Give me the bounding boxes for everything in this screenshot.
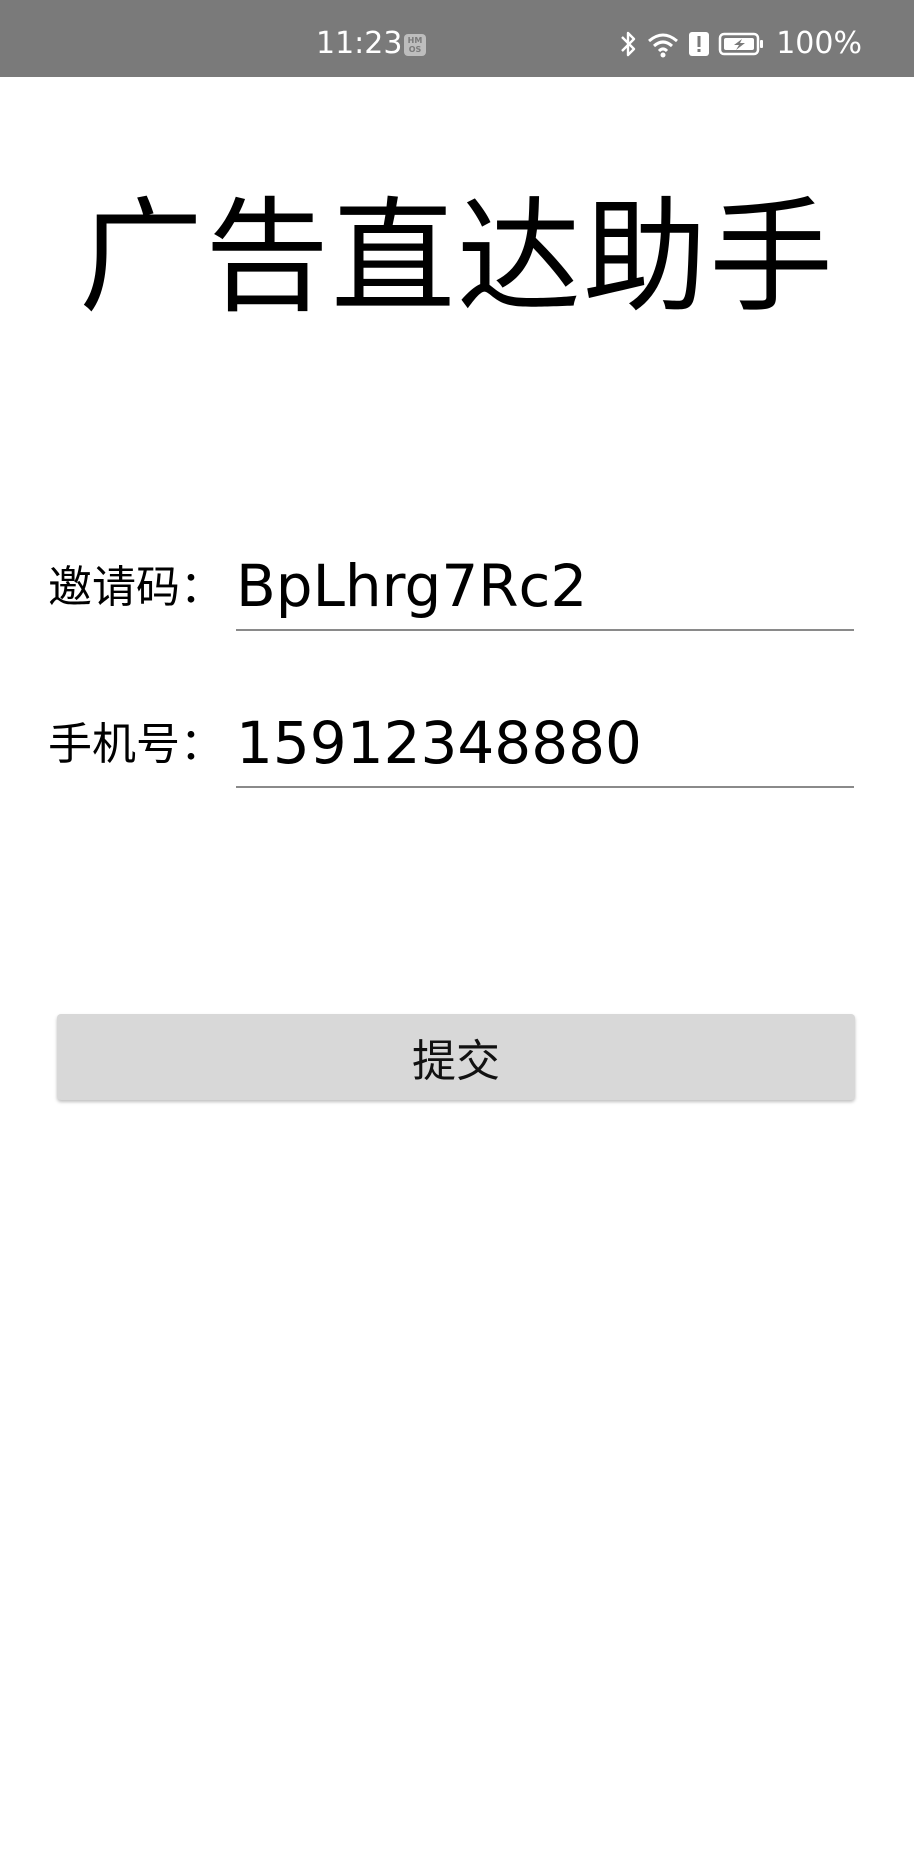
phone-row: 手机号： (48, 700, 854, 790)
bluetooth-icon (618, 29, 638, 59)
hmos-badge-icon: HM OS (404, 34, 426, 56)
alert-icon (688, 29, 710, 59)
status-icons: 100% (618, 26, 862, 62)
status-bar: 11:23 HM OS 100% (0, 0, 914, 77)
page-title: 广告直达助手 (78, 186, 835, 330)
invite-code-label: 邀请码： (48, 562, 224, 613)
battery-percent: 100% (776, 26, 862, 61)
phone-label: 手机号： (48, 719, 224, 770)
invite-code-row: 邀请码： (48, 543, 854, 633)
phone-input[interactable] (236, 700, 854, 788)
invite-code-input[interactable] (236, 543, 854, 631)
battery-charging-icon (718, 29, 764, 59)
status-time: 11:23 (316, 26, 403, 61)
wifi-icon (646, 29, 680, 59)
submit-button[interactable]: 提交 (57, 1014, 855, 1100)
